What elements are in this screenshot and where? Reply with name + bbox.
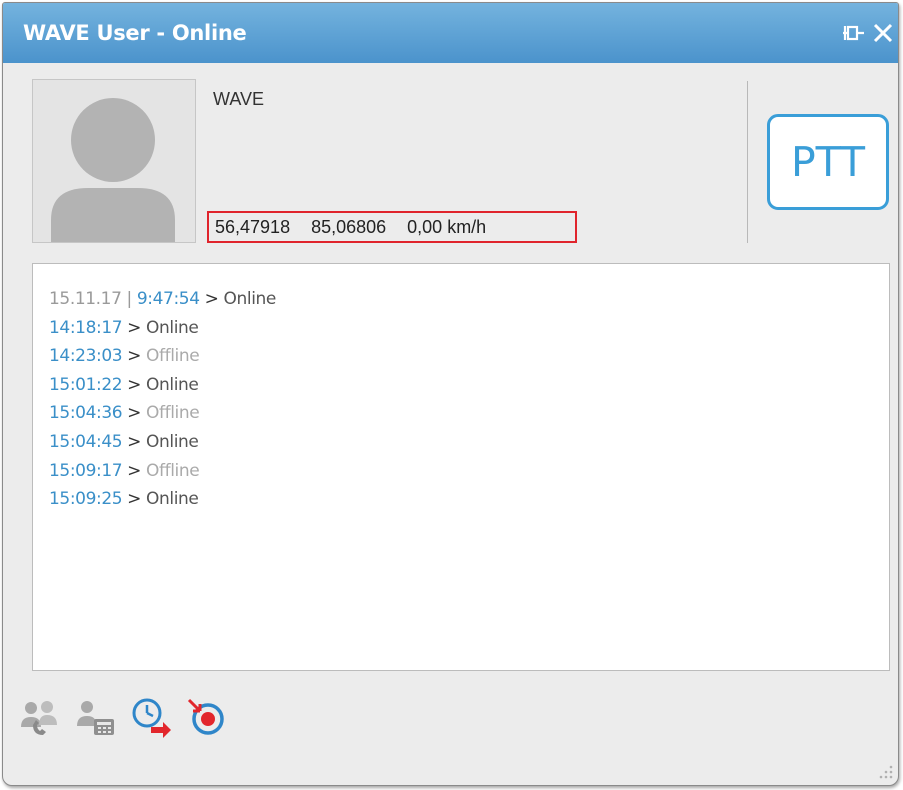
location-readout: 56,47918 85,06806 0,00 km/h bbox=[207, 211, 577, 243]
resize-grip-icon[interactable] bbox=[875, 761, 895, 781]
log-entry: 15:01:22 > Online bbox=[49, 372, 276, 401]
phone-call-icon[interactable] bbox=[74, 695, 118, 739]
log-arrow: > bbox=[127, 431, 142, 452]
log-arrow: > bbox=[204, 289, 219, 309]
log-time: 15:09:25 bbox=[49, 489, 123, 510]
log-time: 9:47:54 bbox=[136, 289, 200, 309]
log-arrow: > bbox=[127, 374, 142, 395]
log-entry: 15.11.17 | 9:47:54 > Online bbox=[49, 286, 276, 315]
log-status: Online bbox=[146, 317, 199, 338]
log-time: 15:04:36 bbox=[49, 403, 123, 424]
log-time: 15:04:45 bbox=[49, 431, 123, 452]
longitude-value: 85,06806 bbox=[311, 216, 387, 237]
close-icon[interactable] bbox=[871, 21, 895, 45]
user-name: WAVE bbox=[213, 89, 265, 109]
log-status: Online bbox=[146, 431, 199, 452]
user-avatar-icon bbox=[51, 98, 175, 242]
ptt-button[interactable]: PTT bbox=[767, 114, 889, 210]
title-bar[interactable]: WAVE User - Online bbox=[3, 3, 898, 63]
log-status: Online bbox=[146, 489, 199, 510]
log-time: 15:09:17 bbox=[49, 460, 123, 481]
user-avatar bbox=[32, 79, 196, 243]
event-log[interactable]: 15.11.17 | 9:47:54 > Online 14:18:17 > On… bbox=[32, 263, 890, 671]
speed-value: 0,00 km/h bbox=[407, 216, 487, 237]
header-divider bbox=[747, 81, 748, 243]
pin-icon[interactable] bbox=[841, 21, 865, 45]
log-arrow: > bbox=[127, 317, 142, 338]
log-time: 14:18:17 bbox=[49, 317, 123, 338]
log-date-separator: | bbox=[126, 289, 133, 309]
log-entry: 14:18:17 > Online bbox=[49, 315, 276, 344]
log-entry: 14:23:03 > Offline bbox=[49, 343, 276, 372]
track-location-icon[interactable] bbox=[184, 695, 228, 739]
log-time: 14:23:03 bbox=[49, 346, 123, 367]
log-status: Online bbox=[223, 289, 277, 309]
log-arrow: > bbox=[127, 489, 142, 510]
log-entry: 15:04:36 > Offline bbox=[49, 400, 276, 429]
log-entry: 15:09:25 > Online bbox=[49, 486, 276, 515]
user-window: WAVE User - Online WAVE 56,47918 85,0680… bbox=[2, 2, 899, 786]
location-history-icon[interactable] bbox=[129, 695, 173, 739]
log-arrow: > bbox=[127, 403, 142, 424]
log-status: Offline bbox=[146, 346, 200, 367]
log-status: Online bbox=[146, 374, 199, 395]
log-entry: 15:09:17 > Offline bbox=[49, 458, 276, 487]
log-arrow: > bbox=[127, 460, 142, 481]
log-entry: 15:04:45 > Online bbox=[49, 429, 276, 458]
window-title: WAVE User - Online bbox=[23, 21, 247, 45]
log-time: 15:01:22 bbox=[49, 374, 123, 395]
log-status: Offline bbox=[146, 403, 200, 424]
log-date: 15.11.17 bbox=[49, 289, 122, 309]
log-arrow: > bbox=[127, 346, 142, 367]
event-log-list: 15.11.17 | 9:47:54 > Online 14:18:17 > On… bbox=[49, 286, 276, 515]
group-call-icon[interactable] bbox=[19, 695, 63, 739]
latitude-value: 56,47918 bbox=[215, 216, 291, 237]
log-status: Offline bbox=[146, 460, 200, 481]
